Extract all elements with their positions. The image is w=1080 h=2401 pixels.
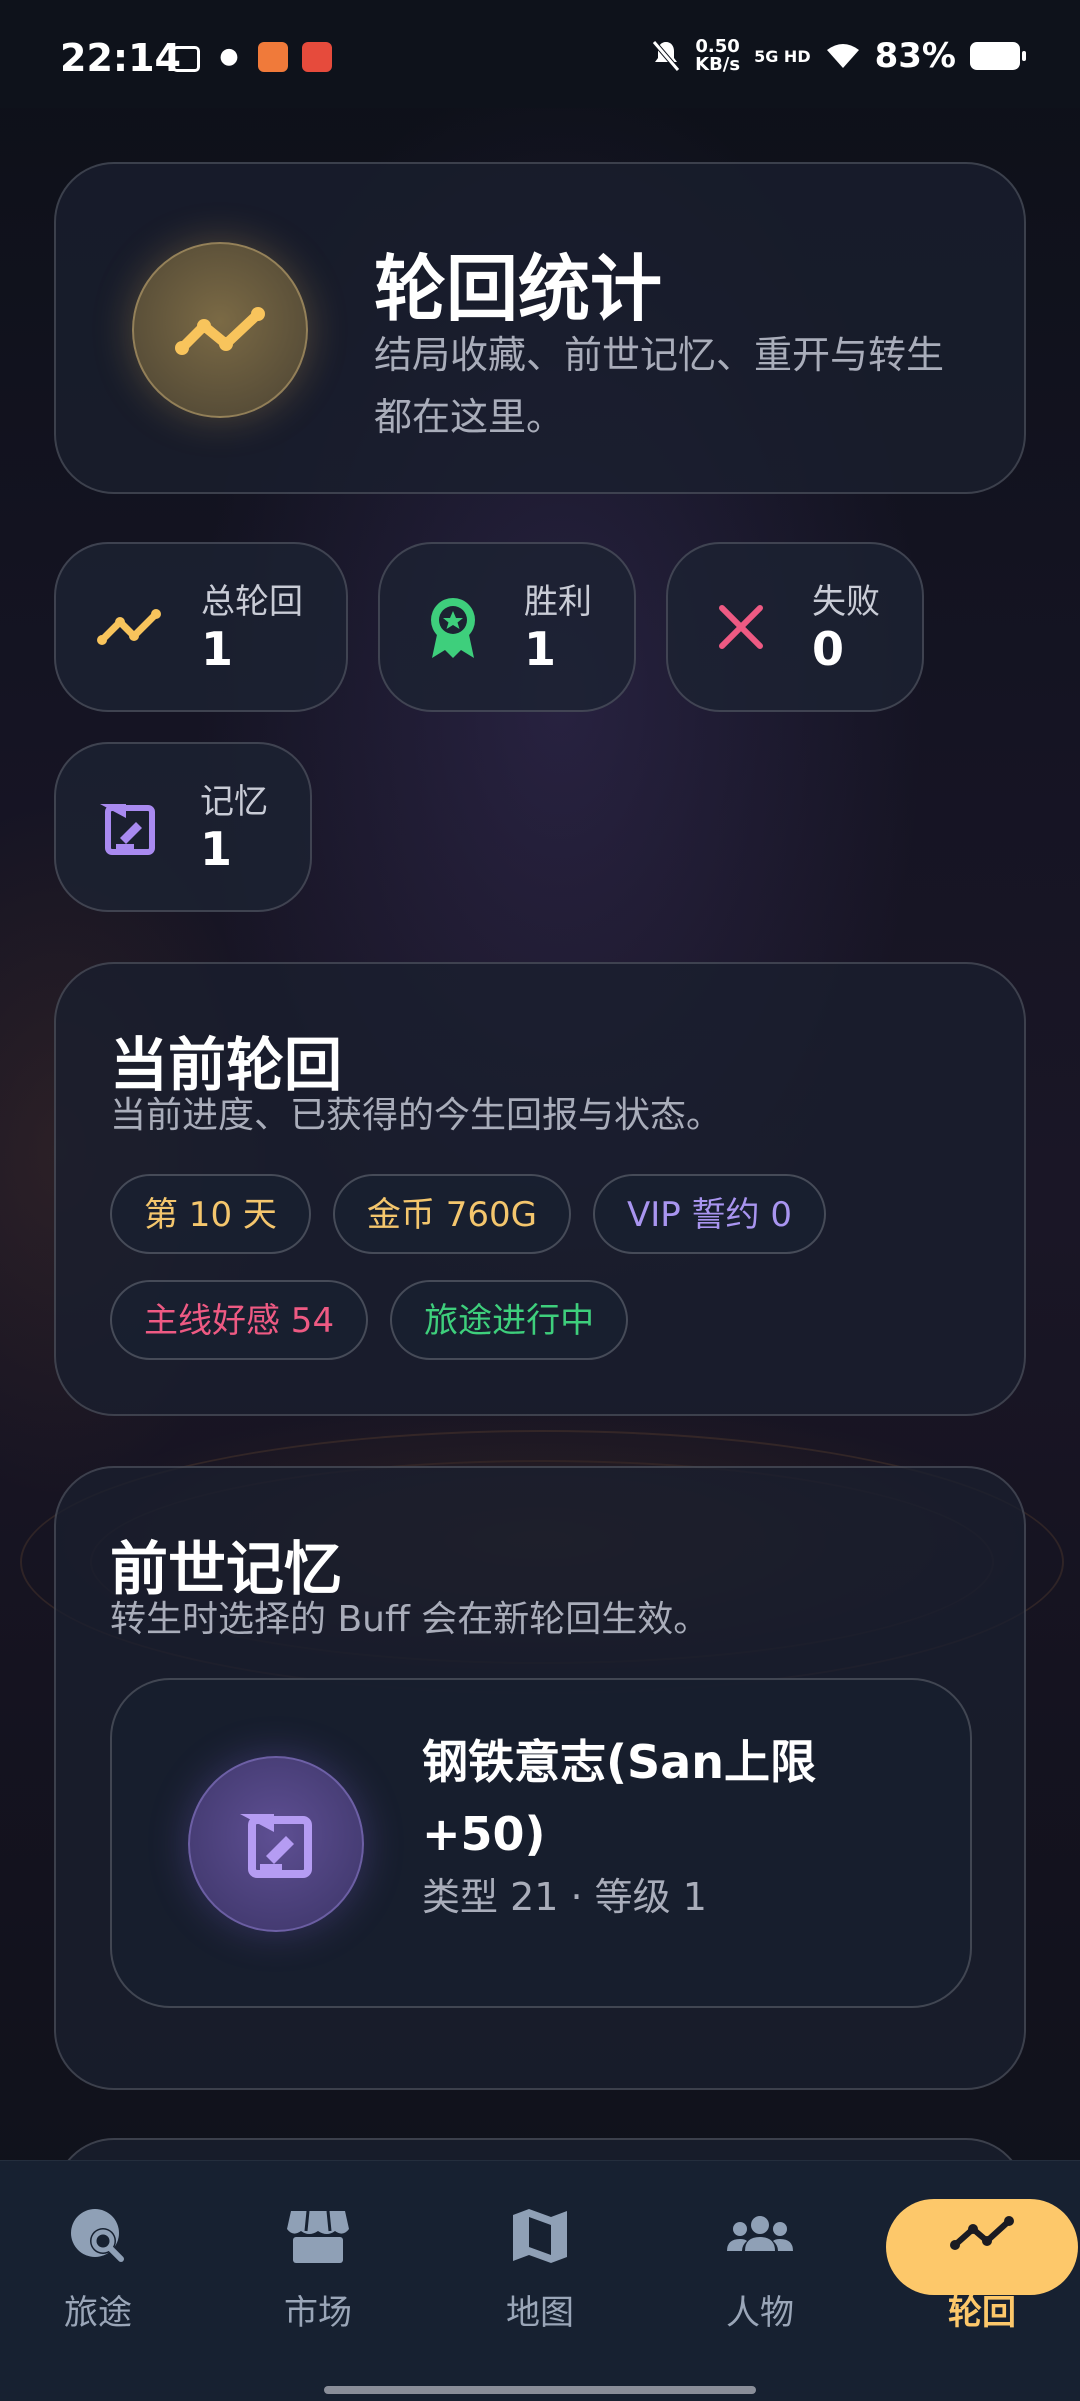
bottom-navigation: 旅途 市场 地图 人物 轮回 [0,2160,1080,2401]
mute-bell-icon [652,40,681,72]
stat-value: 1 [524,622,557,676]
tv-app-icon [172,46,200,72]
chip-affection: 主线好感 54 [110,1280,369,1360]
trend-line-icon [175,307,265,355]
memory-name-line1: 钢铁意志(San上限 [422,1735,816,1789]
nav-item-journey[interactable]: 旅途 [8,2201,188,2334]
nav-item-characters[interactable]: 人物 [670,2201,850,2334]
stat-card-total[interactable]: 总轮回 1 [54,542,348,712]
game-app-icon [302,42,332,72]
stat-value: 1 [200,822,233,876]
stat-label: 胜利 [524,582,592,622]
map-icon [513,2209,567,2263]
chip-list: 第 10 天金币 760G VIP 誓约 0 主线好感 54 旅途进行中 [110,1174,990,1386]
stat-card-memory[interactable]: 记忆 1 [54,742,312,912]
net-speed: 0.50 KB/s [695,38,740,74]
storefront-icon [287,2210,349,2263]
nav-label: 市场 [284,2293,352,2333]
past-memory-card: 前世记忆 转生时选择的 Buff 会在新轮回生效。 钢铁意志(San上限 +50… [54,1466,1026,2090]
battery-percent: 83% [874,36,956,76]
globe-search-icon [71,2209,124,2262]
shop-app-icon [258,42,288,72]
status-time: 22:14 [60,36,181,80]
people-group-icon [727,2216,793,2251]
chip-journey-status: 旅途进行中 [390,1280,629,1360]
stat-card-losses[interactable]: 失败 0 [666,542,924,712]
battery-icon [970,42,1026,70]
status-right: 0.50 KB/s 5G HD 83% [651,36,1026,76]
close-x-icon [719,605,763,649]
stat-card-wins[interactable]: 胜利 1 [378,542,636,712]
trend-line-icon [97,609,161,645]
memory-name-line2: +50) [422,1807,546,1861]
stat-label: 失败 [812,582,880,622]
memory-icon-circle [188,1756,364,1932]
section-subtitle: 当前进度、已获得的今生回报与状态。 [110,1095,723,1136]
chip-day: 第 10 天 [110,1174,311,1254]
signal-label: 5G HD [754,46,811,66]
wechat-icon: ● [219,44,239,69]
chip-gold: 金币 760G [332,1174,571,1254]
wifi-icon [826,44,859,68]
memory-scroll-icon [240,1814,312,1878]
nav-label: 人物 [726,2293,794,2333]
nav-item-reincarnation[interactable]: 轮回 [892,2201,1072,2334]
header-title: 轮回统计 [374,247,663,331]
current-cycle-card: 当前轮回 当前进度、已获得的今生回报与状态。 第 10 天金币 760G VIP … [54,962,1026,1416]
nav-label: 地图 [506,2293,574,2333]
stat-value: 0 [812,622,845,676]
net-speed-unit: KB/s [695,54,741,75]
header-icon-circle [132,242,308,418]
stat-label: 总轮回 [201,582,303,622]
memory-meta: 类型 21 · 等级 1 [422,1875,707,1919]
trend-line-icon [950,2216,1014,2250]
memory-item[interactable]: 钢铁意志(San上限 +50) 类型 21 · 等级 1 [110,1678,972,2008]
chip-vip: VIP 誓约 0 [592,1174,826,1254]
nav-label: 旅途 [64,2293,132,2333]
memory-name: 钢铁意志(San上限 +50) [422,1722,922,1874]
award-ribbon-icon [431,598,475,658]
nav-item-market[interactable]: 市场 [228,2201,408,2334]
home-indicator[interactable] [324,2386,756,2394]
nav-label: 轮回 [948,2293,1016,2333]
status-bar: 22:14 ● 0.50 KB/s 5G HD 83% [0,0,1080,108]
memory-scroll-icon [100,804,155,855]
stat-label: 记忆 [200,782,268,822]
header-subtitle: 结局收藏、前世记忆、重开与转生都在这里。 [374,333,945,439]
notification-icons: ● [172,42,332,72]
section-subtitle: 转生时选择的 Buff 会在新轮回生效。 [110,1599,710,1640]
nav-item-map[interactable]: 地图 [450,2201,630,2334]
header-card: 轮回统计 结局收藏、前世记忆、重开与转生都在这里。 [54,162,1026,494]
stat-value: 1 [201,622,234,676]
